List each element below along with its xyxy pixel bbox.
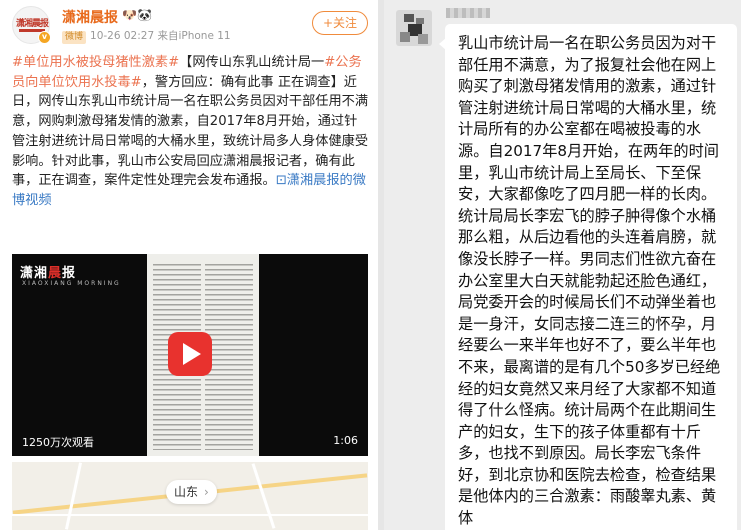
post-timestamp-source: 10-26 02:27 来自iPhone 11 [90, 30, 231, 42]
location-label[interactable]: 山东 › [166, 480, 217, 504]
weibo-post-panel: 潇湘晨报 v 潇湘晨报 🐶🐼 微博 10-26 02:27 来自iPhone 11… [0, 0, 378, 530]
video-view-count: 1250万次观看 [22, 436, 94, 449]
video-player[interactable]: 潇湘晨报 XIAOXIANG MORNING 1250万次观看 1:06 [12, 254, 368, 456]
avatar[interactable] [396, 10, 432, 46]
location-map-card[interactable]: 山东 › [12, 462, 368, 530]
video-brand-logo: 潇湘晨报 [20, 266, 77, 281]
vip-tag: 微博 [62, 31, 87, 44]
avatar-logo-text: 潇湘晨报 [16, 19, 49, 29]
post-text: #单位用水被投母猪性激素#【网传山东乳山统计局一#公务员向单位饮用水投毒#，警方… [12, 53, 370, 211]
topic-link[interactable]: #单位用水被投母猪性激素# [12, 55, 179, 70]
play-icon[interactable] [168, 332, 212, 376]
post-text-segment: 【网传山东乳山统计局一 [179, 55, 325, 70]
user-name[interactable]: 潇湘晨报 [62, 7, 118, 27]
post-header: 潇湘晨报 v 潇湘晨报 🐶🐼 微博 10-26 02:27 来自iPhone 11… [0, 0, 378, 50]
emoji-badge-icon: 🐶🐼 [122, 8, 152, 22]
message-text: 乳山市统计局一名在职公务员因为对干部任用不满意，为了报复社会他在网上购买了刺激母… [458, 34, 721, 528]
post-text-segment: ，警方回应：确有此事 正在调查】近日，网传山东乳山市统计局一名在职公务员因对干部… [12, 74, 369, 189]
follow-button[interactable]: +关注 [312, 11, 368, 35]
chevron-right-icon: › [204, 485, 209, 499]
chat-panel: 乳山市统计局一名在职公务员因为对干部任用不满意，为了报复社会他在网上购买了刺激母… [384, 0, 741, 530]
verified-icon: v [38, 31, 51, 44]
video-brand-subtitle: XIAOXIANG MORNING [22, 280, 121, 287]
chat-sender-name-redacted [446, 8, 490, 18]
post-meta: 微博 10-26 02:27 来自iPhone 11 [62, 28, 231, 44]
video-duration: 1:06 [333, 434, 358, 447]
